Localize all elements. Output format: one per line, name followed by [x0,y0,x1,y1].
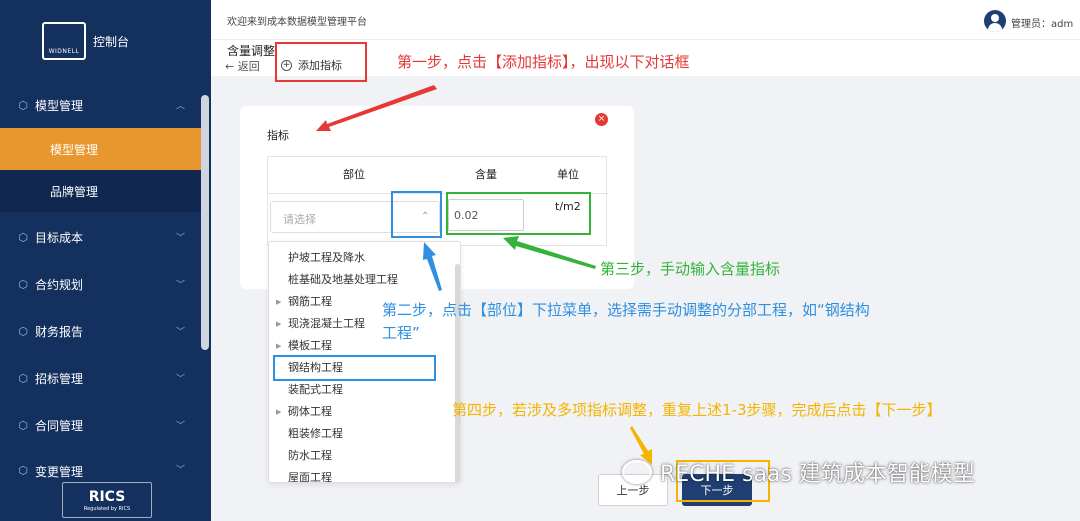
sidebar: WIDNELL 控制台 ⬡ 模型管理 ︿ 模型管理 品牌管理 ⬡ 目标成本 ﹀ … [0,0,211,521]
menu-label: 合约规划 [35,277,84,292]
menu-financial-report[interactable]: ⬡ 财务报告 ﹀ [0,308,201,354]
column-header-quantity: 含量 [475,168,497,181]
menu-label: 模型管理 [35,98,84,113]
plus-circle-icon: + [281,59,292,71]
add-indicator-button[interactable]: + 添加指标 [281,57,342,73]
menu-label: 招标管理 [35,371,84,386]
caret-right-icon: ▶ [276,298,282,306]
chevron-down-icon: ﹀ [175,280,185,291]
rics-logo-subtext: Regulated by RICS [83,505,131,512]
menu-target-cost[interactable]: ⬡ 目标成本 ﹀ [0,214,201,260]
watermark-text: RECHE saas 建筑成本智能模型 [660,462,975,487]
dropdown-item[interactable]: 粗装修工程 [269,423,449,445]
part-dropdown: 护坡工程及降水 桩基础及地基处理工程 ▶ 钢筋工程 ▶ 现浇混凝土工程 ▶ 模板… [268,241,461,483]
top-header: 欢迎来到成本数据模型管理平台 管理员：adm [211,0,1080,40]
column-header-part: 部位 [343,168,365,181]
dropdown-item-label: 防水工程 [288,449,332,462]
add-indicator-label: 添加指标 [298,59,342,72]
dropdown-item-label: 砌体工程 [288,405,332,418]
chevron-down-icon: ﹀ [175,327,185,338]
caret-right-icon: ▶ [276,320,282,328]
submenu-model-management[interactable]: 模型管理 [0,128,201,170]
dropdown-item[interactable]: ▶ 模板工程 [269,335,449,357]
dropdown-item-label: 装配式工程 [288,383,343,396]
cube-icon: ⬡ [18,463,28,477]
dialog-title: 指标 [267,129,289,142]
logo-text: WIDNELL [48,48,80,55]
wechat-icon [622,460,652,484]
chevron-down-icon: ﹀ [175,233,185,244]
user-avatar-icon[interactable] [984,10,1006,32]
rics-logo-text: RICS [88,488,126,505]
column-header-unit: 单位 [557,168,579,181]
console-label[interactable]: 控制台 [93,33,129,50]
header-divider [268,193,608,194]
dropdown-item[interactable]: 护坡工程及降水 [269,247,449,269]
chevron-up-icon: ︿ [175,101,185,112]
chevron-down-icon: ﹀ [175,421,185,432]
dropdown-item-label: 钢筋工程 [288,295,332,308]
cube-icon: ⬡ [18,98,28,112]
annotation-step3: 第三步，手动输入含量指标 [600,260,781,278]
dropdown-item-label: 模板工程 [288,339,332,352]
submenu-label: 品牌管理 [50,184,99,199]
dropdown-item-label: 护坡工程及降水 [288,251,365,264]
unit-value: t/m2 [555,200,581,213]
logo-area: WIDNELL 控制台 [0,0,211,82]
dropdown-item-label: 粗装修工程 [288,427,343,440]
cube-icon: ⬡ [18,371,28,385]
indicator-table: 部位 含量 单位 请选择 ⌃ 0.02 t/m2 [267,156,608,246]
dropdown-item-steel-structure[interactable]: 钢结构工程 [269,357,449,379]
rics-logo: RICS Regulated by RICS [62,482,152,518]
submenu-brand-management[interactable]: 品牌管理 [0,170,201,212]
part-select[interactable]: 请选择 ⌃ [270,201,440,233]
cube-icon: ⬡ [18,418,28,432]
dropdown-scrollbar[interactable] [455,264,460,482]
caret-right-icon: ▶ [276,342,282,350]
dropdown-item[interactable]: 屋面工程 [269,467,449,483]
admin-label[interactable]: 管理员：adm [1011,15,1073,30]
menu-contract-management[interactable]: ⬡ 合同管理 ﹀ [0,402,201,448]
chevron-up-icon: ⌃ [421,211,430,222]
quantity-input[interactable]: 0.02 [448,199,524,231]
dropdown-item-label: 钢结构工程 [288,361,343,374]
submenu-label: 模型管理 [50,142,99,157]
back-link[interactable]: ← 返回 [225,58,260,74]
dropdown-item[interactable]: ▶ 砌体工程 [269,401,449,423]
menu-label: 目标成本 [35,230,84,245]
chevron-down-icon: ﹀ [175,465,185,476]
dropdown-item-label: 屋面工程 [288,471,332,483]
menu-change-management[interactable]: ⬡ 变更管理 ﹀ [0,449,201,480]
chevron-down-icon: ﹀ [175,374,185,385]
menu-label: 变更管理 [35,465,84,479]
page-title: 含量调整 [227,44,276,58]
company-logo: WIDNELL [42,22,86,60]
menu-bidding-management[interactable]: ⬡ 招标管理 ﹀ [0,355,201,401]
cube-icon: ⬡ [18,324,28,338]
dropdown-item-label: 桩基础及地基处理工程 [288,273,398,286]
dropdown-item[interactable]: 桩基础及地基处理工程 [269,269,449,291]
menu-contract-planning[interactable]: ⬡ 合约规划 ﹀ [0,261,201,307]
menu-label: 合同管理 [35,418,84,433]
cube-icon: ⬡ [18,230,28,244]
annotation-step2-line1: 第二步，点击【部位】下拉菜单，选择需手动调整的分部工程，如“钢结构 [382,301,870,319]
welcome-text: 欢迎来到成本数据模型管理平台 [227,17,367,28]
watermark: RECHE saas 建筑成本智能模型 [622,456,975,488]
dropdown-item-label: 现浇混凝土工程 [288,317,365,330]
annotation-step2-line2: 工程” [382,324,420,342]
sidebar-scrollbar[interactable] [201,95,209,350]
quantity-value: 0.02 [454,209,479,222]
menu-model-management[interactable]: ⬡ 模型管理 ︿ [0,82,201,128]
part-select-placeholder: 请选择 [283,213,316,226]
annotation-step1: 第一步，点击【添加指标】，出现以下对话框 [397,53,690,71]
dropdown-item[interactable]: 防水工程 [269,445,449,467]
cube-icon: ⬡ [18,277,28,291]
dropdown-item[interactable]: 装配式工程 [269,379,449,401]
menu-label: 财务报告 [35,324,84,339]
close-icon[interactable]: × [595,113,608,126]
annotation-step4: 第四步，若涉及多项指标调整，重复上述1-3步骤，完成后点击【下一步】 [452,401,942,419]
caret-right-icon: ▶ [276,408,282,416]
